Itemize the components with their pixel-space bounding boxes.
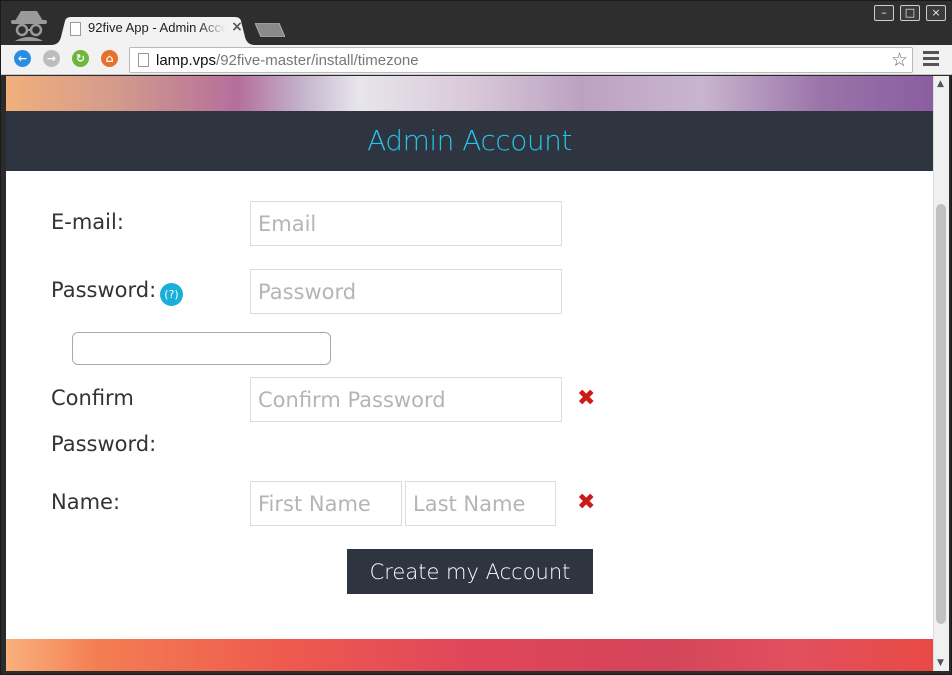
url-text: lamp.vps/92five-master/install/timezone	[156, 52, 419, 69]
name-label: Name:	[51, 490, 121, 514]
confirm-password-field[interactable]	[250, 377, 562, 422]
email-field[interactable]	[250, 201, 562, 246]
vertical-scrollbar[interactable]: ▲ ▼	[933, 76, 949, 671]
first-name-field[interactable]	[250, 481, 402, 526]
help-icon[interactable]: (?)	[160, 283, 183, 306]
confirm-password-label-line2: Password:	[51, 432, 157, 456]
bookmark-star-icon[interactable]: ☆	[891, 49, 908, 71]
tab-bar: 92five App - Admin Acco × – □ ×	[1, 1, 952, 45]
page-icon	[138, 53, 149, 67]
scroll-up-icon[interactable]: ▲	[937, 79, 944, 89]
incognito-icon	[11, 11, 47, 41]
back-icon[interactable]: ←	[14, 50, 31, 67]
address-bar[interactable]: lamp.vps/92five-master/install/timezone …	[129, 47, 913, 73]
page-viewport: Admin Account E-mail: Password: (?) Conf…	[6, 76, 933, 671]
home-icon[interactable]: ⌂	[101, 50, 118, 67]
tab-close-icon[interactable]: ×	[230, 19, 244, 35]
forward-icon[interactable]: →	[43, 50, 60, 67]
reload-icon[interactable]: ↻	[72, 50, 89, 67]
top-banner	[6, 76, 933, 111]
confirm-error-icon: ✖	[577, 386, 596, 411]
browser-window: 92five App - Admin Acco × – □ × ← → ↻ ⌂ …	[0, 0, 952, 675]
page-title: Admin Account	[367, 124, 572, 157]
minimize-button[interactable]: –	[874, 5, 894, 21]
create-account-button[interactable]: Create my Account	[347, 549, 593, 594]
password-field[interactable]	[250, 269, 562, 314]
new-tab-button[interactable]	[255, 23, 285, 37]
scroll-down-icon[interactable]: ▼	[937, 658, 944, 668]
email-label: E-mail:	[51, 210, 124, 234]
bottom-banner	[6, 639, 933, 671]
name-error-icon: ✖	[577, 490, 596, 515]
tab-title: 92five App - Admin Acco	[88, 20, 226, 35]
browser-toolbar: ← → ↻ ⌂ lamp.vps/92five-master/install/t…	[1, 45, 952, 75]
page-icon	[70, 22, 81, 36]
confirm-password-label-line1: Confirm	[51, 386, 134, 410]
last-name-field[interactable]	[405, 481, 556, 526]
menu-icon[interactable]	[923, 51, 939, 67]
close-window-button[interactable]: ×	[926, 5, 946, 21]
scrollbar-thumb[interactable]	[936, 204, 946, 624]
password-label: Password:	[51, 278, 157, 302]
maximize-button[interactable]: □	[900, 5, 920, 21]
page-header: Admin Account	[6, 111, 933, 171]
password-strength-box	[72, 332, 331, 365]
